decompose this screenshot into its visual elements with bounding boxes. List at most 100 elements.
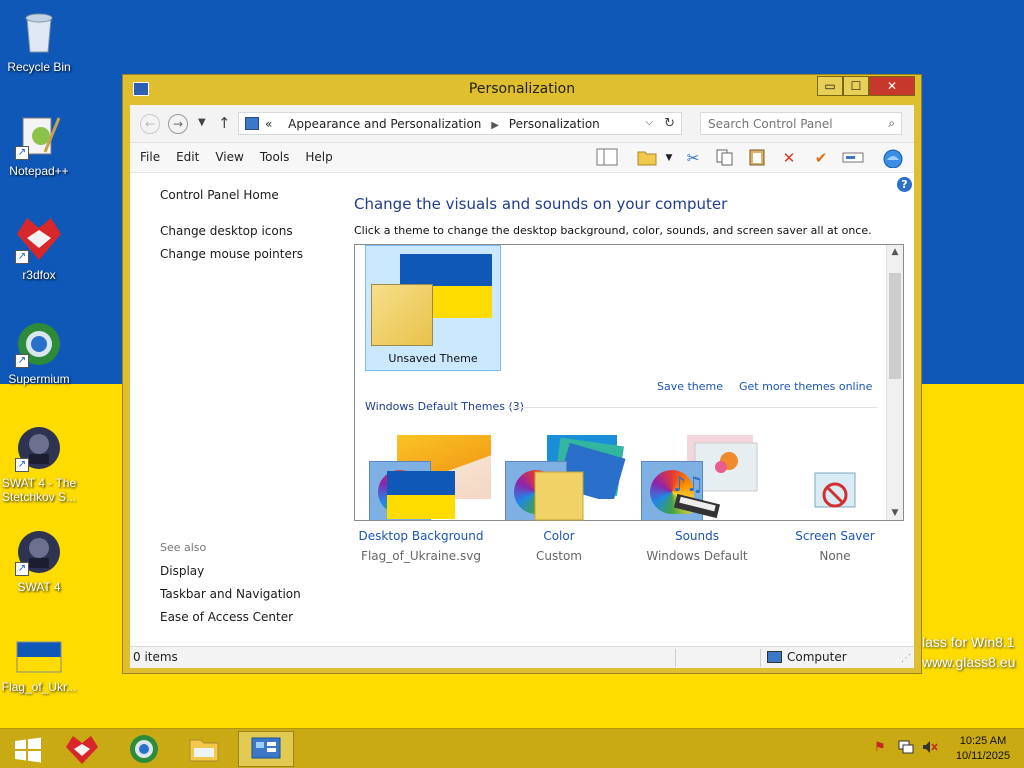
recent-locations-dropdown[interactable]: ▼ [198,117,206,128]
back-button[interactable]: ← [140,114,160,134]
taskbar-supermium[interactable] [116,731,172,767]
folder-options-dropdown-icon[interactable]: ▼ [658,148,680,168]
sounds-icon: ♪♫ [663,471,731,521]
breadcrumb-appearance[interactable]: Appearance and Personalization [288,117,481,131]
theme-unsaved-label: Unsaved Theme [388,352,478,365]
clock[interactable]: 10:25 AM 10/11/2025 [946,734,1020,764]
taskbar-control-panel[interactable] [238,731,294,767]
maximize-button[interactable]: ☐ [843,76,869,96]
menu-help[interactable]: Help [305,150,332,164]
breadcrumb-personalization[interactable]: Personalization [509,117,600,131]
menu-bar: File Edit View Tools Help [140,150,333,164]
folder-options-icon[interactable] [636,148,658,168]
menu-file[interactable]: File [140,150,160,164]
desktop-icon-r3dfox[interactable]: ↗ r3dfox [0,216,78,282]
help-icon[interactable]: ? [897,177,912,192]
window-titlebar[interactable]: Personalization ▭ ☐ ✕ [123,75,921,105]
cut-icon[interactable]: ✂ [682,148,704,168]
address-bar[interactable]: « Appearance and Personalization ▶ Perso… [238,112,682,135]
breadcrumb-separator-icon[interactable]: ▶ [491,120,499,131]
supermium-icon: ↗ [15,320,63,368]
menu-view[interactable]: View [215,150,243,164]
swat4-icon: ↗ [15,528,63,576]
change-desktop-icons-link[interactable]: Change desktop icons [160,224,293,238]
properties-check-icon[interactable]: ✔ [810,148,832,168]
default-themes-group-header[interactable]: Windows Default Themes (3) [365,400,524,413]
see-also-heading: See also [160,541,207,554]
paste-icon[interactable] [746,148,768,168]
get-more-themes-link[interactable]: Get more themes online [739,380,872,393]
search-icon[interactable]: ⌕ [888,116,895,131]
menu-tools[interactable]: Tools [260,150,290,164]
status-location: Computer [787,650,847,664]
color-value: Custom [536,549,582,563]
action-center-flag-icon[interactable]: ⚑ [874,740,886,755]
status-bar: 0 items Computer ⋰ [130,646,914,668]
desktop-background-label[interactable]: Desktop Background [346,529,496,543]
taskbar-file-explorer[interactable] [176,731,232,767]
swat4-stetchkov-icon: ↗ [15,424,63,472]
preview-pane-icon[interactable] [596,148,618,168]
ukraine-flag-file-icon [15,640,63,676]
desktop-icon-ukraine-flag-file[interactable]: Flag_of_Ukr... [0,640,78,694]
close-button[interactable]: ✕ [869,76,915,96]
network-icon[interactable] [898,740,914,758]
save-theme-link[interactable]: Save theme [657,380,723,393]
resize-grip-icon[interactable]: ⋰ [901,653,911,664]
color-label[interactable]: Color [484,529,634,543]
rename-icon[interactable] [842,148,864,168]
clock-time: 10:25 AM [959,735,1007,747]
minimize-button[interactable]: ▭ [817,76,843,96]
address-dropdown-icon[interactable]: ⌵ [645,117,653,128]
control-panel-home-link[interactable]: Control Panel Home [160,188,279,202]
ease-of-access-link[interactable]: Ease of Access Center [160,610,293,624]
screen-saver-label[interactable]: Screen Saver [760,529,910,543]
refresh-icon[interactable]: ↻ [664,116,675,131]
address-row: ← → ▼ ↑ « Appearance and Personalization… [130,105,914,143]
desktop-background-setting[interactable]: Desktop Background Flag_of_Ukraine.svg [346,471,496,563]
control-panel-shell-icon[interactable] [882,148,904,169]
forward-button[interactable]: → [168,114,188,134]
desktop-background-icon [387,471,455,521]
page-subtitle: Click a theme to change the desktop back… [354,224,872,237]
change-mouse-pointers-link[interactable]: Change mouse pointers [160,247,303,261]
sounds-label[interactable]: Sounds [622,529,772,543]
search-box[interactable]: ⌕ [700,112,902,135]
scroll-thumb[interactable] [889,273,901,379]
theme-color-swatch [371,284,433,346]
page-title: Change the visuals and sounds on your co… [354,195,728,213]
sounds-setting[interactable]: ♪♫ Sounds Windows Default [622,471,772,563]
color-setting[interactable]: Color Custom [484,471,634,563]
color-swatch-icon [534,471,584,521]
search-input[interactable] [708,117,868,131]
desktop-icon-swat4[interactable]: ↗ SWAT 4 [0,528,78,594]
up-button[interactable]: ↑ [218,114,231,132]
desktop-icon-recycle-bin[interactable]: Recycle Bin [0,8,78,74]
desktop-icon-notepad-plus-plus[interactable]: ↗ Notepad++ [0,112,78,178]
notepad-plus-plus-icon: ↗ [15,112,63,160]
theme-unsaved[interactable]: Unsaved Theme [365,245,501,371]
menu-edit[interactable]: Edit [176,150,199,164]
display-link[interactable]: Display [160,564,204,578]
delete-icon[interactable]: ✕ [778,148,800,168]
taskbar-navigation-link[interactable]: Taskbar and Navigation [160,587,301,601]
volume-muted-icon[interactable] [922,740,938,758]
window-client-area: ← → ▼ ↑ « Appearance and Personalization… [130,105,914,668]
scroll-up-icon[interactable]: ▲ [887,247,903,257]
desktop-icon-supermium[interactable]: ↗ Supermium [0,320,78,386]
status-item-count: 0 items [133,650,178,664]
breadcrumb-overflow[interactable]: « [265,117,272,131]
screen-saver-icon [801,471,869,521]
status-divider [675,649,676,667]
group-divider [507,407,877,408]
screen-saver-setting[interactable]: Screen Saver None [760,471,910,563]
copy-icon[interactable] [714,148,736,168]
desktop-background-value: Flag_of_Ukraine.svg [361,549,481,563]
taskbar: ⚑ 10:25 AM 10/11/2025 [0,728,1024,768]
control-panel-icon [245,117,259,130]
desktop-icon-swat4-stetchkov[interactable]: ↗ SWAT 4 - The Stetchkov S... [0,424,78,504]
clock-date: 10/11/2025 [955,750,1011,762]
r3dfox-icon: ↗ [15,216,63,264]
start-button[interactable] [0,731,56,767]
taskbar-r3dfox[interactable] [54,731,110,767]
